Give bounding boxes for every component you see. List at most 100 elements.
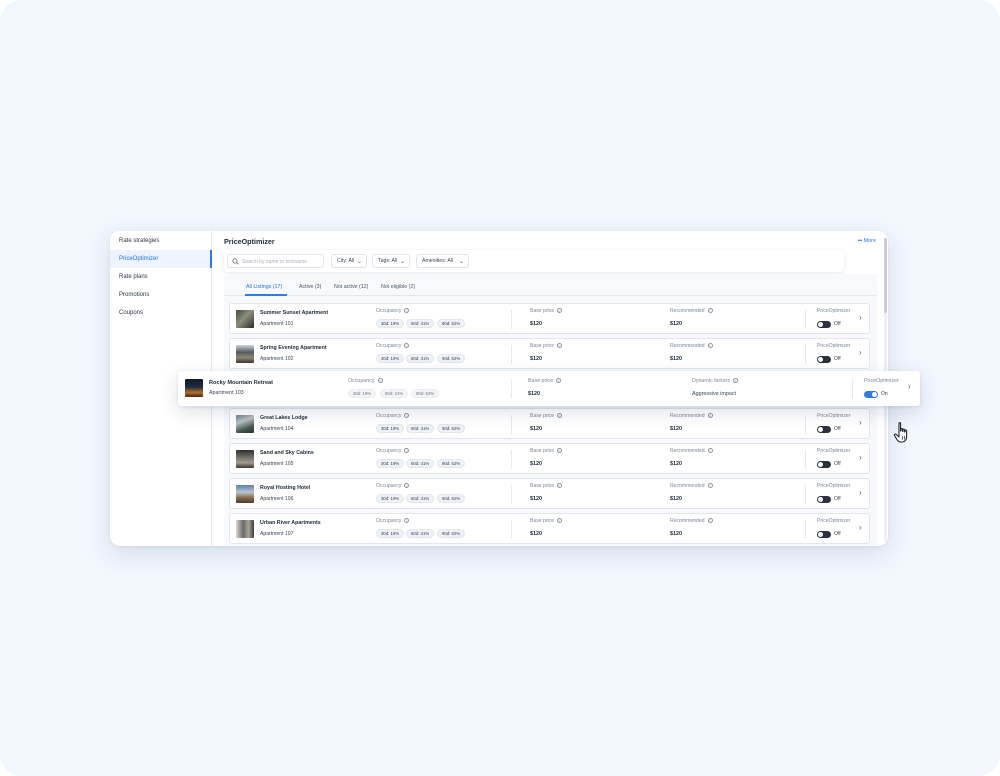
recommended-label: Recommended i	[670, 448, 713, 454]
highlighted-listing-row[interactable]: Rocky Mountain Retreat Apartment 103 Occ…	[178, 371, 920, 406]
dynamic-factors-label: Dynamic factors i	[692, 378, 738, 384]
occupancy-60d-pill: 60d: 41%	[406, 319, 435, 328]
base-price-value: $120	[530, 426, 542, 432]
occupancy-label: Occupancy i	[376, 483, 410, 489]
base-price-label: Base price i	[530, 483, 563, 489]
priceoptimizer-label: PriceOptimizer	[817, 413, 851, 419]
listing-name: Urban River Apartments	[260, 520, 321, 526]
base-price-label: Base price i	[530, 518, 563, 524]
occupancy-60d-pill: 60d: 41%	[406, 529, 435, 538]
listing-row[interactable]: Sand and Sky Cabins Apartment 105 Occupa…	[229, 443, 870, 474]
occupancy-label: Occupancy i	[348, 378, 383, 384]
priceoptimizer-label: PriceOptimizer	[817, 518, 851, 524]
occupancy-90d-pill: 90d: 62%	[437, 424, 466, 433]
listing-unit: Apartment 105	[260, 461, 294, 467]
listing-unit: Apartment 107	[260, 531, 294, 537]
priceoptimizer-toggle[interactable]	[817, 321, 831, 328]
recommended-label: Recommended i	[670, 518, 713, 524]
listing-row[interactable]: Spring Evening Apartment Apartment 102 O…	[229, 338, 870, 369]
info-icon: i	[557, 518, 563, 523]
priceoptimizer-toggle[interactable]	[817, 426, 831, 433]
column-divider	[805, 415, 806, 434]
priceoptimizer-label: PriceOptimizer	[817, 483, 851, 489]
column-divider	[511, 520, 512, 539]
sidebar-item-rate-strategies[interactable]: Rate strategies	[110, 232, 212, 250]
listing-thumbnail	[236, 485, 254, 503]
search-box[interactable]	[227, 254, 324, 268]
occupancy-30d-pill: 30d: 19%	[376, 424, 405, 433]
chevron-right-icon[interactable]: ›	[859, 488, 862, 497]
tab-not-active[interactable]: Not active (12)	[334, 284, 368, 290]
sidebar-item-priceoptimizer[interactable]: PriceOptimizer	[110, 250, 212, 268]
priceoptimizer-toggle[interactable]	[817, 356, 831, 363]
tags-filter-dropdown[interactable]: Tags: All ⌄	[372, 254, 410, 268]
listing-thumbnail	[236, 520, 254, 538]
base-price-label: Base price i	[530, 308, 563, 314]
toggle-state-text: Off	[834, 496, 841, 502]
priceoptimizer-toggle[interactable]	[864, 391, 878, 398]
priceoptimizer-label: PriceOptimizer	[864, 378, 899, 384]
chevron-down-icon: ⌄	[458, 259, 464, 265]
recommended-value: $120	[670, 426, 682, 432]
listing-row[interactable]: Urban River Apartments Apartment 107 Occ…	[229, 513, 870, 544]
sidebar-item-coupons[interactable]: Coupons	[110, 304, 212, 322]
chevron-down-icon: ⌄	[356, 259, 362, 265]
info-icon: i	[404, 518, 410, 523]
listing-name: Great Lakes Lodge	[260, 415, 308, 421]
recommended-value: $120	[670, 461, 682, 467]
column-divider	[511, 345, 512, 364]
listing-thumbnail	[236, 450, 254, 468]
amenities-filter-dropdown[interactable]: Amenities: All ⌄	[416, 254, 469, 268]
column-divider	[511, 415, 512, 434]
tab-active[interactable]: Active (3)	[299, 284, 321, 290]
chevron-right-icon[interactable]: ›	[859, 523, 862, 532]
listing-thumbnail	[236, 345, 254, 363]
listing-unit: Apartment 103	[209, 390, 244, 396]
info-icon: i	[557, 413, 563, 418]
recommended-value: $120	[670, 496, 682, 502]
city-filter-dropdown[interactable]: City: All ⌄	[331, 254, 367, 268]
search-input[interactable]	[242, 257, 322, 266]
listing-name: Summer Sunset Apartment	[260, 310, 329, 316]
more-dots-icon: •••	[857, 238, 863, 244]
tabs-divider	[224, 295, 877, 296]
listing-row[interactable]: Great Lakes Lodge Apartment 104 Occupanc…	[229, 408, 870, 439]
chevron-right-icon[interactable]: ›	[859, 453, 862, 462]
priceoptimizer-label: PriceOptimizer	[817, 308, 851, 314]
listing-unit: Apartment 104	[260, 426, 294, 432]
priceoptimizer-toggle[interactable]	[817, 461, 831, 468]
occupancy-60d-pill: 60d: 41%	[406, 494, 435, 503]
priceoptimizer-toggle[interactable]	[817, 531, 831, 538]
occupancy-30d-pill: 30d: 19%	[376, 459, 405, 468]
column-divider	[805, 345, 806, 364]
occupancy-90d-pill: 90d: 62%	[437, 494, 466, 503]
info-icon: i	[707, 413, 713, 418]
toggle-state-text: Off	[834, 531, 841, 537]
column-divider	[805, 450, 806, 469]
chevron-right-icon[interactable]: ›	[859, 348, 862, 357]
priceoptimizer-toggle[interactable]	[817, 496, 831, 503]
tab-all-listings[interactable]: All Listings (17)	[246, 284, 282, 290]
column-divider	[805, 520, 806, 539]
listing-unit: Apartment 102	[260, 356, 294, 362]
tab-not-eligible[interactable]: Not eligible (2)	[381, 284, 415, 290]
info-icon: i	[707, 343, 713, 348]
listing-unit: Apartment 106	[260, 496, 294, 502]
sidebar-item-rate-plans[interactable]: Rate plans	[110, 268, 212, 286]
listing-row[interactable]: Royal Hosting Hotel Apartment 106 Occupa…	[229, 478, 870, 509]
base-price-label: Base price i	[530, 413, 563, 419]
scrollbar-thumb[interactable]	[884, 238, 887, 313]
info-icon: i	[404, 413, 410, 418]
chevron-right-icon[interactable]: ›	[908, 382, 911, 391]
listing-name: Spring Evening Apartment	[260, 345, 327, 351]
listing-thumbnail	[236, 415, 254, 433]
listing-name: Sand and Sky Cabins	[260, 450, 314, 456]
listing-row[interactable]: Summer Sunset Apartment Apartment 101 Oc…	[229, 303, 870, 334]
more-button[interactable]: ••• More	[858, 238, 876, 244]
chevron-right-icon[interactable]: ›	[859, 418, 862, 427]
page-title: PriceOptimizer	[224, 237, 275, 246]
occupancy-60d-pill: 60d: 41%	[406, 354, 435, 363]
chevron-right-icon[interactable]: ›	[859, 313, 862, 322]
sidebar-item-promotions[interactable]: Promotions	[110, 286, 212, 304]
occupancy-label: Occupancy i	[376, 518, 410, 524]
